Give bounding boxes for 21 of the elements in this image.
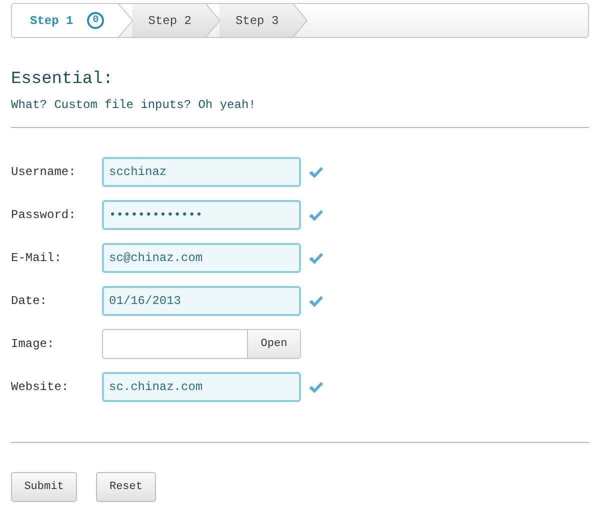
section-title: Essential:	[11, 69, 114, 91]
step-tab[interactable]: Step 1 0	[12, 4, 132, 37]
section-subtitle: What? Custom file inputs? Oh yeah!	[11, 97, 257, 113]
step-tab[interactable]: Step 2	[132, 4, 220, 37]
step-tab[interactable]: Step 3	[219, 4, 307, 37]
input-field[interactable]: sc@chinaz.com	[102, 243, 301, 273]
field-label: E-Mail:	[11, 250, 62, 267]
field-label: Password:	[11, 207, 77, 224]
field-label: Date:	[11, 293, 48, 310]
reset-button[interactable]: Reset	[96, 472, 156, 502]
field-label: Website:	[11, 379, 70, 396]
open-button[interactable]: Open	[247, 330, 300, 358]
input-field[interactable]: sc.chinaz.com	[102, 372, 301, 402]
field-label: Username:	[11, 164, 77, 181]
field-label: Image:	[11, 336, 56, 353]
step-badge: 0	[87, 12, 104, 29]
file-field[interactable]: Open	[102, 329, 301, 359]
input-field[interactable]: •••••••••••••	[102, 200, 301, 230]
input-field[interactable]: scchinaz	[102, 157, 301, 187]
submit-button[interactable]: Submit	[11, 472, 77, 502]
input-field[interactable]: 01/16/2013	[102, 286, 301, 316]
